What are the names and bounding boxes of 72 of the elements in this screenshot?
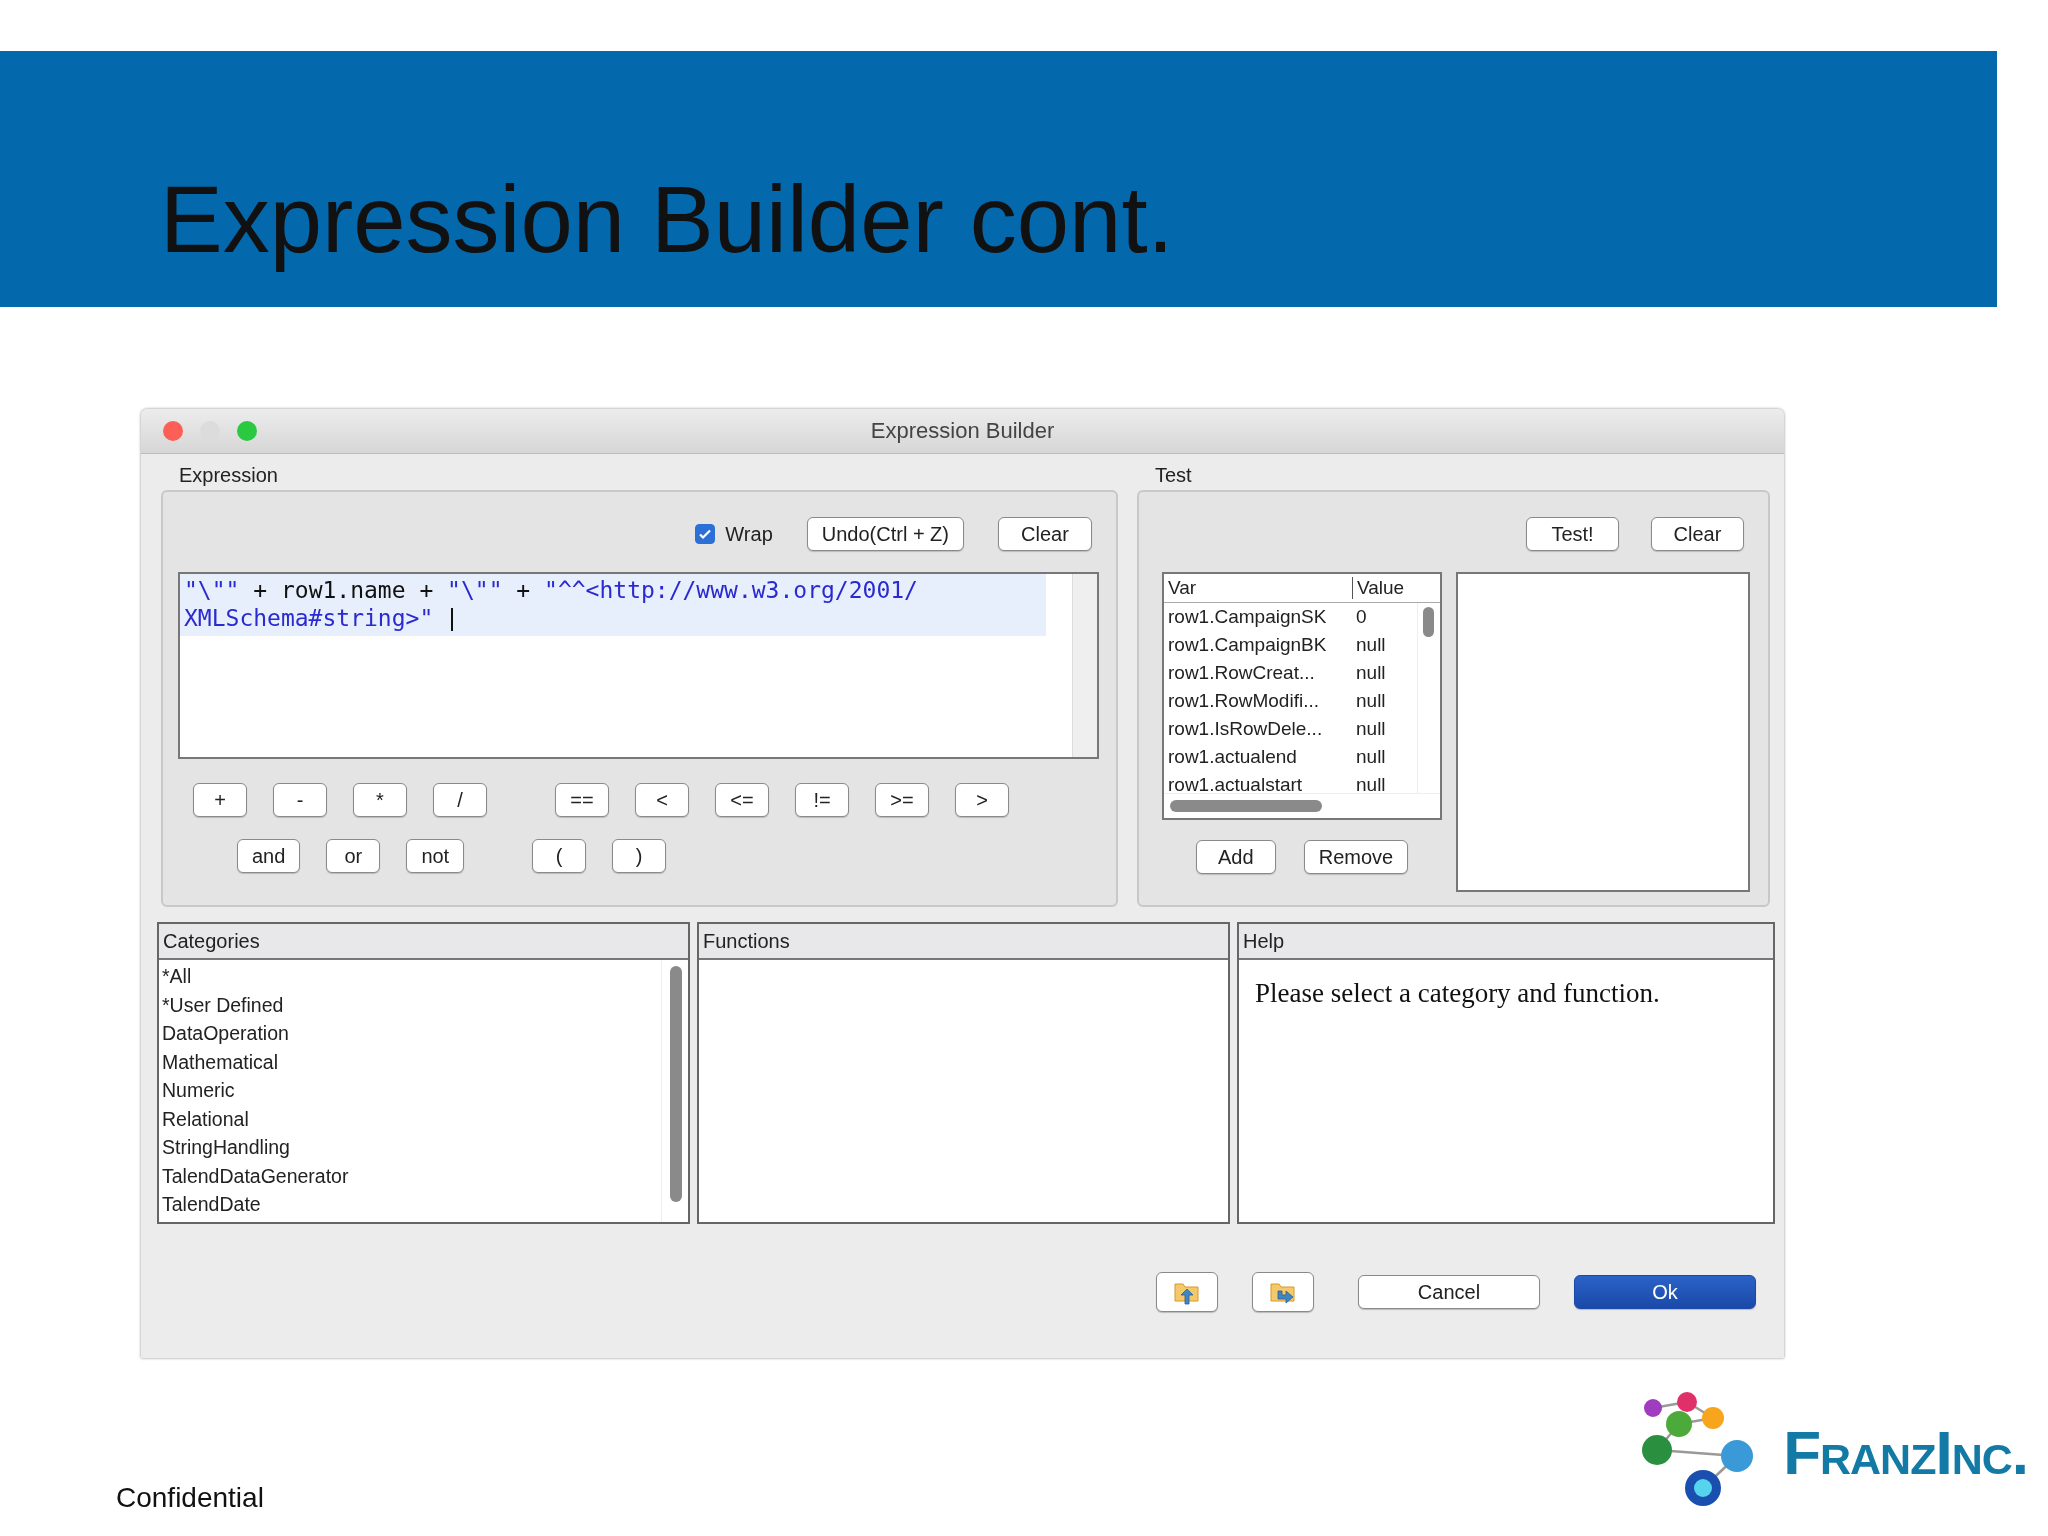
operator-button[interactable]: < [635,783,689,817]
list-item[interactable]: Mathematical [159,1047,661,1076]
logo-text: FranzInc. [1783,1416,2028,1488]
help-text: Please select a category and function. [1255,978,1661,1009]
operator-button[interactable]: or [326,839,381,873]
operator-button[interactable]: - [273,783,327,817]
panel-title: Help [1243,929,1285,953]
group-label: Expression [179,463,278,488]
group-label: Test [1155,463,1192,488]
operator-button[interactable]: > [955,783,1009,817]
toolbar-button[interactable]: Clear [1651,517,1744,551]
column-header: Value [1352,577,1405,599]
table-cell-text: null [1355,690,1386,712]
cancel-button[interactable]: Cancel [1358,1275,1540,1309]
table-cell-text: row1.IsRowDele... [1167,718,1324,740]
code-line: "\"" + row1.name + "\"" + "^^<http://www.w3.org/2001/ [184,576,919,604]
ok-button[interactable]: Ok [1574,1275,1756,1309]
scrollbar[interactable] [670,966,682,1202]
table-cell-text: null [1355,718,1386,740]
list-item[interactable]: TalendDataGenerator [159,1161,661,1190]
list-item[interactable]: TalendDate [159,1190,661,1219]
table-cell-text: row1.actualstart [1167,774,1304,793]
table-cell-text: null [1355,634,1386,656]
column-header: Var [1167,577,1198,599]
list-item[interactable]: DataOperation [159,1019,661,1048]
operator-button[interactable]: == [555,783,609,817]
checkbox-label: Wrap [725,522,773,546]
list-item[interactable]: *All [159,962,661,991]
result-area[interactable] [1456,572,1750,892]
zoom-button[interactable] [237,421,257,441]
panel-title: Functions [703,929,790,953]
close-button[interactable] [163,421,183,441]
list-item[interactable]: Relational [159,1104,661,1133]
table-cell-text: null [1355,774,1386,793]
operator-button[interactable]: / [433,783,487,817]
table-cell-text: null [1355,662,1386,684]
code-line: XMLSchema#string>" [184,604,1042,632]
text-cursor [451,608,454,631]
operator-button[interactable]: >= [875,783,929,817]
toolbar-button[interactable]: Test! [1526,517,1619,551]
checkbox[interactable] [695,524,716,544]
panel-title: Categories [163,929,260,953]
table-cell-text: row1.CampaignSK [1167,606,1328,628]
slide-title: Expression Builder cont. [160,166,1174,275]
operator-button[interactable]: not [406,839,465,873]
operator-button[interactable]: <= [715,783,769,817]
operator-button[interactable]: and [237,839,301,873]
operator-button[interactable]: ) [612,839,667,873]
expression-editor[interactable]: "\"" + row1.name + "\"" + "^^<http://www.w3.org/2001/ XMLSchema#string>" [178,572,1099,759]
scrollbar[interactable] [1170,800,1322,812]
icon-button[interactable] [1252,1272,1314,1312]
table-cell-text: 0 [1355,606,1367,628]
table-cell-text: row1.actualend [1167,746,1298,768]
list-item[interactable]: *User Defined [159,990,661,1019]
operator-button[interactable]: != [795,783,849,817]
toolbar-button[interactable]: Undo(Ctrl + Z) [806,517,964,551]
icon-button[interactable] [1156,1272,1218,1312]
table-cell-text: row1.RowCreat... [1167,662,1316,684]
footer-text: Confidential [116,1482,264,1514]
list-item[interactable]: StringHandling [159,1133,661,1162]
operator-button[interactable]: + [193,783,247,817]
window-title: Expression Builder [870,418,1055,444]
list-button[interactable]: Remove [1303,840,1409,874]
list-item[interactable]: Numeric [159,1076,661,1105]
table-cell-text: row1.RowModifi... [1167,690,1320,712]
table-cell-text: null [1355,746,1386,768]
scrollbar[interactable] [1423,607,1434,637]
operator-button[interactable]: ( [532,839,587,873]
operator-button[interactable]: * [353,783,407,817]
list-button[interactable]: Add [1195,840,1276,874]
table-cell-text: row1.CampaignBK [1167,634,1328,656]
toolbar-button[interactable]: Clear [998,517,1092,551]
